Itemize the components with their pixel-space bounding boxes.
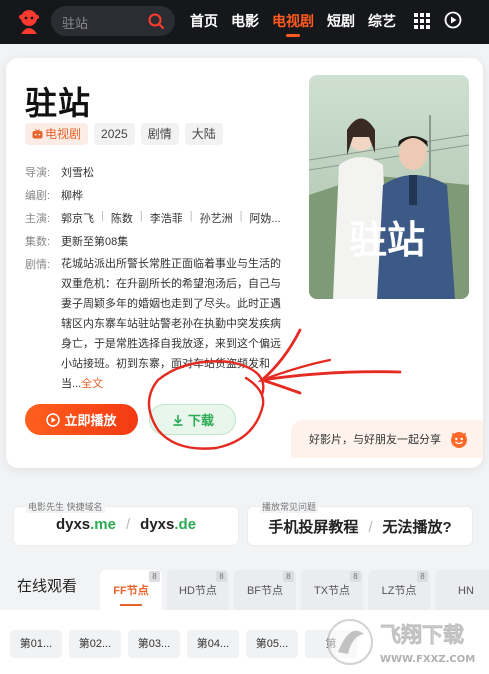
- domain-link[interactable]: dyxs.de: [140, 516, 196, 533]
- search-icon[interactable]: [147, 12, 165, 30]
- play-circle-icon: [46, 412, 61, 427]
- download-label: 下载: [187, 413, 214, 428]
- cast-member[interactable]: 郭京飞: [61, 210, 94, 226]
- writer-row: 编剧: 柳桦: [25, 183, 290, 206]
- tab-bf-source[interactable]: BF节点 8: [234, 570, 296, 610]
- tag-year[interactable]: 2025: [94, 123, 135, 145]
- poster-title: 驻站: [349, 217, 425, 262]
- read-more-link[interactable]: 全文: [81, 378, 103, 390]
- tv-icon: [32, 128, 43, 138]
- plot-row: 剧情: 花城站派出所警长常胜正面临着事业与生活的双重危机：在升副所长的希望泡汤后…: [25, 254, 290, 394]
- info-list: 导演: 刘雪松 编剧: 柳桦 主演: 郭京飞 | 陈数 | 李浩菲 | 孙艺洲 | 阿妫…: [25, 160, 290, 394]
- poster-image[interactable]: 驻站: [309, 75, 469, 299]
- director-label: 导演:: [25, 166, 51, 179]
- smile-icon: [451, 432, 467, 448]
- cast-member[interactable]: 阿妫...: [249, 210, 280, 226]
- cast-list: 郭京飞 | 陈数 | 李浩菲 | 孙艺洲 | 阿妫...: [61, 209, 281, 226]
- cast-label: 主演:: [25, 212, 51, 225]
- plot-body: 花城站派出所警长常胜正面临着事业与生活的双重危机：在升副所长的希望泡汤后，自己与…: [61, 258, 281, 390]
- search-box[interactable]: 驻站: [51, 6, 175, 36]
- tag-category[interactable]: 电视剧: [25, 123, 89, 145]
- download-button[interactable]: 下载: [149, 404, 236, 435]
- director-value[interactable]: 刘雪松: [61, 164, 94, 180]
- tag-genre[interactable]: 剧情: [140, 123, 179, 145]
- cast-row: 主演: 郭京飞 | 陈数 | 李浩菲 | 孙艺洲 | 阿妫...: [25, 206, 290, 229]
- episode-button[interactable]: 第04...: [187, 630, 239, 658]
- episode-button[interactable]: 第03...: [128, 630, 180, 658]
- nav-tv-series[interactable]: 电视剧: [272, 0, 314, 44]
- episodes-value: 更新至第08集: [61, 235, 129, 248]
- cast-screen-tutorial-link[interactable]: 手机投屏教程: [268, 519, 358, 536]
- quick-domain-box: 电影先生 快捷域名 dyxs.me / dyxs.de: [13, 500, 239, 546]
- domain-link[interactable]: dyxs.me: [56, 516, 116, 533]
- tab-count-badge: 8: [417, 571, 428, 582]
- tag-list: 电视剧 2025 剧情 大陆: [25, 123, 229, 145]
- logo-icon[interactable]: [14, 6, 44, 36]
- plot-text: 花城站派出所警长常胜正面临着事业与生活的双重危机：在升副所长的希望泡汤后，自己与…: [61, 254, 287, 394]
- main-nav: 首页 电影 电视剧 短剧 综艺: [190, 0, 409, 44]
- svg-text:WWW.FXXZ.COM: WWW.FXXZ.COM: [380, 654, 475, 665]
- writer-label: 编剧:: [25, 189, 51, 202]
- nav-variety[interactable]: 综艺: [368, 0, 396, 44]
- download-icon: [173, 414, 183, 426]
- grid-menu-icon[interactable]: [414, 13, 430, 29]
- quick-domain-links: dyxs.me / dyxs.de: [55, 516, 197, 533]
- nav-short-drama[interactable]: 短剧: [327, 0, 355, 44]
- search-input[interactable]: 驻站: [62, 13, 88, 32]
- episode-button[interactable]: 第01...: [10, 630, 62, 658]
- source-tabs: FF节点 8 HD节点 8 BF节点 8 TX节点 8 LZ节点 8 HN: [100, 570, 489, 610]
- nav-home[interactable]: 首页: [190, 0, 218, 44]
- tab-tx-source[interactable]: TX节点 8: [301, 570, 363, 610]
- director-row: 导演: 刘雪松: [25, 160, 290, 183]
- cannot-play-link[interactable]: 无法播放?: [383, 519, 452, 536]
- tab-count-badge: 8: [283, 571, 294, 582]
- online-watch-title: 在线观看: [17, 578, 78, 595]
- share-text: 好影片，与好朋友一起分享: [309, 434, 441, 446]
- play-faq-links: 手机投屏教程 / 无法播放?: [268, 519, 452, 536]
- episode-button[interactable]: 第05...: [246, 630, 298, 658]
- writer-value[interactable]: 柳桦: [61, 187, 83, 203]
- play-faq-caption: 播放常见问题: [260, 500, 319, 513]
- cast-member[interactable]: 孙艺洲: [200, 210, 233, 226]
- quick-domain-caption: 电影先生 快捷域名: [26, 500, 105, 513]
- page-title: 驻站: [25, 84, 92, 122]
- tag-label: 电视剧: [45, 127, 82, 141]
- episodes-row: 集数: 更新至第08集: [25, 229, 290, 252]
- tab-count-badge: 8: [350, 571, 361, 582]
- tab-count-badge: 8: [216, 571, 227, 582]
- episode-button[interactable]: 第02...: [69, 630, 121, 658]
- top-nav-bar: 驻站 首页 电影 电视剧 短剧 综艺: [0, 0, 489, 44]
- play-now-button[interactable]: 立即播放: [25, 404, 138, 435]
- cast-member[interactable]: 陈数: [111, 210, 133, 226]
- site-watermark: 飞翔下载 WWW.FXXZ.COM: [327, 619, 475, 665]
- tab-lz-source[interactable]: LZ节点 8: [368, 570, 430, 610]
- plot-ellipsis: ...: [72, 378, 82, 390]
- play-faq-box: 播放常见问题 手机投屏教程 / 无法播放?: [247, 500, 473, 546]
- share-banner[interactable]: 好影片，与好朋友一起分享: [291, 420, 483, 458]
- play-history-icon[interactable]: [444, 11, 462, 29]
- svg-text:飞翔下载: 飞翔下载: [380, 623, 464, 647]
- tab-ff-source[interactable]: FF节点 8: [100, 570, 162, 610]
- tag-region[interactable]: 大陆: [184, 123, 223, 145]
- detail-card: 驻站 电视剧 2025 剧情 大陆 导演: 刘雪松 编剧: 柳桦 主演: 郭京飞…: [6, 58, 483, 468]
- play-now-label: 立即播放: [64, 413, 117, 428]
- nav-movies[interactable]: 电影: [231, 0, 259, 44]
- cast-member[interactable]: 李浩菲: [150, 210, 183, 226]
- tab-hd-source[interactable]: HD节点 8: [167, 570, 229, 610]
- plot-label: 剧情:: [25, 259, 51, 271]
- tab-hn-source[interactable]: HN: [435, 570, 489, 610]
- tab-count-badge: 8: [149, 571, 160, 582]
- episodes-label: 集数:: [25, 235, 51, 248]
